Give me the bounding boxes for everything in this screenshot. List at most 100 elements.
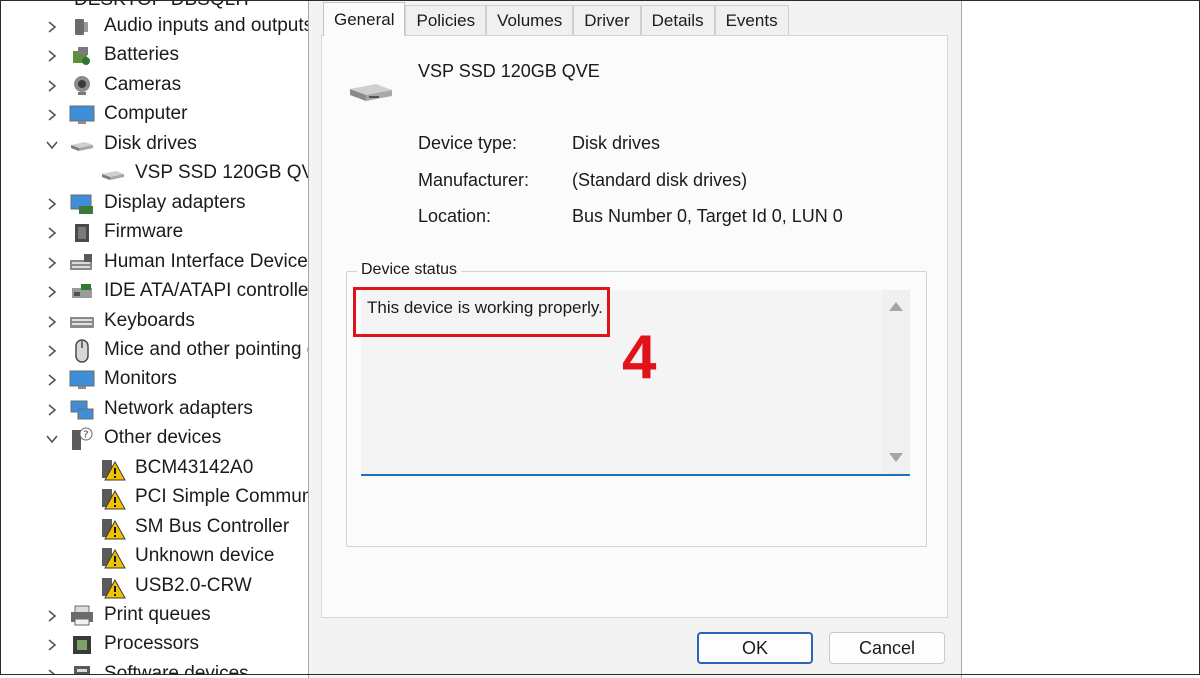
tree-item-label: Cameras	[104, 74, 182, 95]
tree-item[interactable]: Firmware	[0, 218, 312, 247]
chevron-right-icon[interactable]	[43, 47, 61, 65]
status-scrollbar[interactable]	[882, 290, 910, 474]
warning-device-icon	[100, 485, 126, 511]
chevron-right-icon[interactable]	[43, 636, 61, 654]
tree-item[interactable]: Monitors	[0, 365, 312, 394]
warning-device-icon	[100, 574, 126, 600]
tree-item[interactable]: Print queues	[0, 601, 312, 630]
tree-item[interactable]: Network adapters	[0, 395, 312, 424]
tree-item-label: Audio inputs and outputs	[104, 15, 312, 36]
tree-item[interactable]: Audio inputs and outputs	[0, 12, 312, 41]
ok-button[interactable]: OK	[697, 632, 813, 664]
tree-item[interactable]: Cameras	[0, 71, 312, 100]
monitor-icon	[69, 367, 95, 393]
tab-volumes[interactable]: Volumes	[486, 5, 574, 35]
tab-driver[interactable]: Driver	[573, 5, 641, 35]
cancel-button[interactable]: Cancel	[829, 632, 945, 664]
tree-item[interactable]: IDE ATA/ATAPI controllers	[0, 277, 312, 306]
tree-item-label: PCI Simple Communications Controller	[135, 486, 312, 507]
chevron-right-icon[interactable]	[43, 666, 61, 675]
chevron-right-icon[interactable]	[43, 195, 61, 213]
chevron-right-icon[interactable]	[43, 607, 61, 625]
tree-item[interactable]: Computer	[0, 100, 312, 129]
tree-item-label: VSP SSD 120GB QVE	[135, 162, 312, 183]
device-type-label: Device type:	[418, 133, 518, 153]
tree-item[interactable]: VSP SSD 120GB QVE	[0, 159, 312, 188]
tree-item[interactable]: Display adapters	[0, 189, 312, 218]
tree-item-label: Software devices	[104, 663, 249, 675]
tree-item-label: Display adapters	[104, 192, 246, 213]
chevron-right-icon[interactable]	[43, 254, 61, 272]
tab-events[interactable]: Events	[714, 5, 789, 35]
svg-text:?: ?	[83, 430, 88, 441]
tree-item-label: BCM43142A0	[135, 457, 254, 478]
scroll-down-arrow-icon[interactable]	[889, 453, 903, 462]
tab-bar: General Policies Volumes Driver Details …	[323, 2, 789, 36]
tab-general[interactable]: General	[323, 2, 406, 36]
tree-item-label: Mice and other pointing devices	[104, 339, 312, 360]
tree-item[interactable]: PCI Simple Communications Controller	[0, 483, 312, 512]
tree-item[interactable]: SM Bus Controller	[0, 513, 312, 542]
tree-item-label: SM Bus Controller	[135, 516, 290, 537]
network-adapter-icon	[69, 397, 95, 423]
tree-item[interactable]: Batteries	[0, 41, 312, 70]
tree-item[interactable]: ? Other devices	[0, 424, 312, 453]
tree-item-label: IDE ATA/ATAPI controllers	[104, 280, 312, 301]
hid-icon	[69, 250, 95, 276]
mouse-icon	[69, 338, 95, 364]
tree-item[interactable]: Software devices	[0, 660, 312, 675]
manufacturer-value: (Standard disk drives)	[572, 170, 748, 190]
tree-item[interactable]: BCM43142A0	[0, 454, 312, 483]
tree-item-label: Disk drives	[104, 133, 197, 154]
ide-controller-icon	[69, 279, 95, 305]
tab-policies[interactable]: Policies	[405, 5, 487, 35]
chevron-right-icon[interactable]	[43, 18, 61, 36]
chevron-down-icon[interactable]	[43, 136, 61, 154]
printer-icon	[69, 603, 95, 629]
tree-item-label: Monitors	[104, 368, 177, 389]
tree-item[interactable]: Human Interface Devices	[0, 248, 312, 277]
software-device-icon	[69, 662, 95, 675]
annotation-highlight-box	[353, 287, 610, 337]
chevron-right-icon[interactable]	[43, 342, 61, 360]
tree-item-label: Computer	[104, 103, 188, 124]
monitor-icon	[69, 102, 95, 128]
location-value: Bus Number 0, Target Id 0, LUN 0	[572, 206, 843, 226]
tree-item[interactable]: Mice and other pointing devices	[0, 336, 312, 365]
device-status-title: Device status	[357, 261, 462, 279]
tab-details[interactable]: Details	[640, 5, 715, 35]
tree-item-label: Human Interface Devices	[104, 251, 312, 272]
chevron-right-icon[interactable]	[43, 313, 61, 331]
tree-item-label: Network adapters	[104, 398, 253, 419]
unknown-device-icon: ?	[69, 426, 95, 452]
warning-device-icon	[100, 515, 126, 541]
warning-device-icon	[100, 544, 126, 570]
tree-item-label: Processors	[104, 633, 200, 654]
tree-item-label: Unknown device	[135, 545, 275, 566]
chevron-down-icon[interactable]	[43, 430, 61, 448]
tree-item[interactable]: USB2.0-CRW	[0, 572, 312, 601]
chevron-right-icon[interactable]	[43, 283, 61, 301]
chevron-right-icon[interactable]	[43, 371, 61, 389]
chevron-right-icon[interactable]	[43, 77, 61, 95]
tree-root-label: DESKTOP-DBSQLIT	[74, 0, 252, 11]
disk-drive-icon	[69, 132, 95, 158]
tree-item-label: Print queues	[104, 604, 211, 625]
tree-item[interactable]: Processors	[0, 630, 312, 659]
scroll-up-arrow-icon[interactable]	[889, 302, 903, 311]
tree-item[interactable]: Keyboards	[0, 307, 312, 336]
device-type-value: Disk drives	[572, 133, 661, 153]
device-name: VSP SSD 120GB QVE	[418, 61, 600, 81]
chip-icon	[69, 220, 95, 246]
chevron-right-icon[interactable]	[43, 106, 61, 124]
disk-drive-icon	[100, 161, 126, 187]
tree-item[interactable]: Unknown device	[0, 542, 312, 571]
keyboard-icon	[69, 309, 95, 335]
tree-item[interactable]: Disk drives	[0, 130, 312, 159]
chevron-right-icon[interactable]	[43, 224, 61, 242]
disk-drive-icon	[346, 80, 394, 109]
chevron-right-icon[interactable]	[43, 401, 61, 419]
tree-item-label: Firmware	[104, 221, 184, 242]
battery-icon	[69, 43, 95, 69]
location-label: Location:	[418, 206, 492, 226]
